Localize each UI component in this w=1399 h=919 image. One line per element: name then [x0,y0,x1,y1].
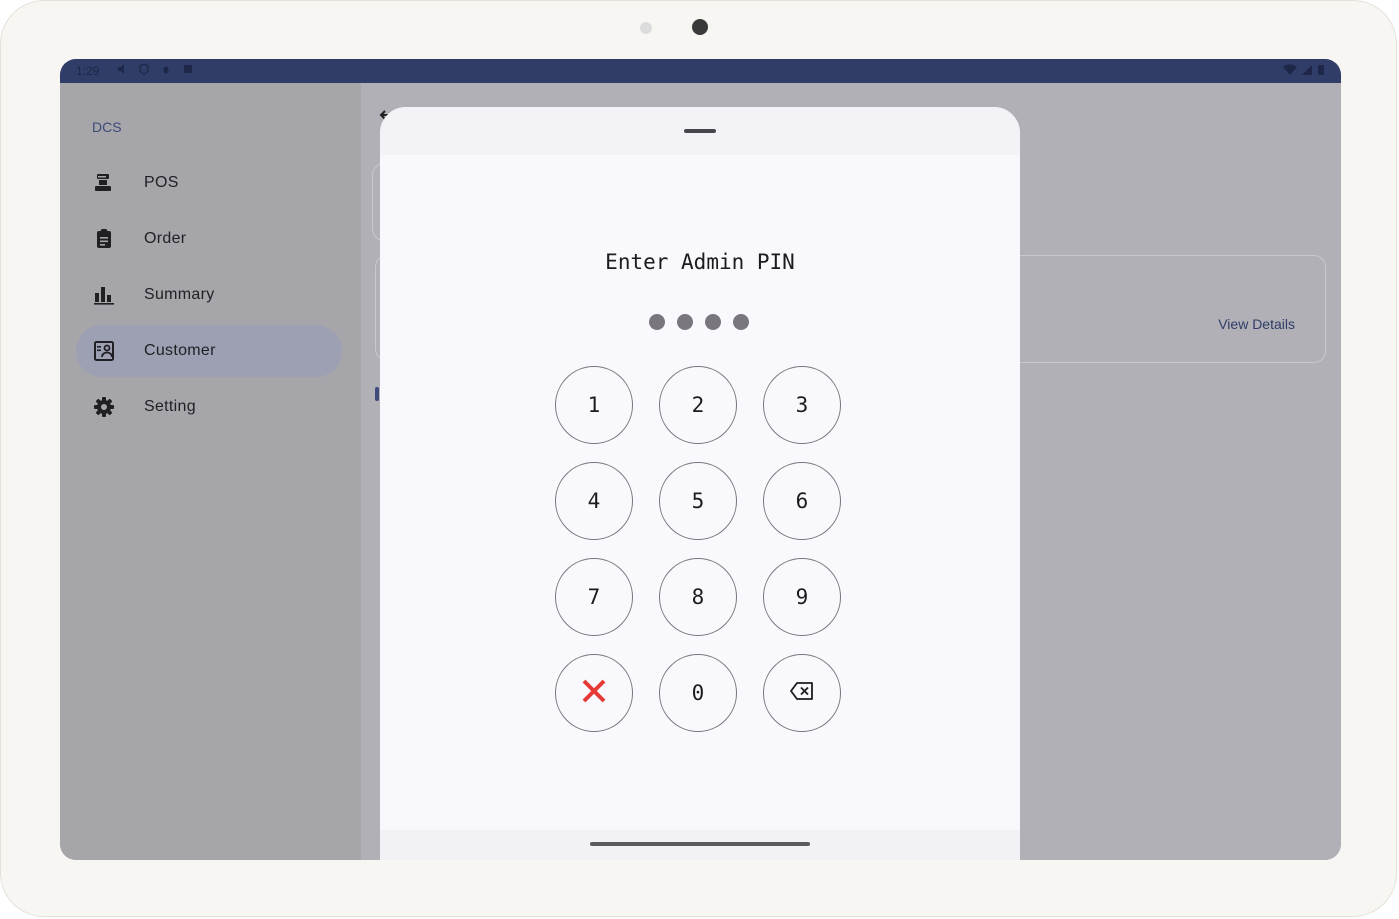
media-icon [182,63,194,75]
clipboard-icon [92,227,116,251]
sidebar-item-summary[interactable]: Summary [76,269,342,321]
pin-indicator [649,314,749,330]
cancel-button[interactable] [555,654,633,732]
backspace-icon [790,681,814,705]
key-7[interactable]: 7 [555,558,633,636]
bug-icon [160,63,172,75]
pin-keypad: 1 2 3 4 5 6 7 8 9 0 [555,366,845,736]
key-4[interactable]: 4 [555,462,633,540]
cash-register-icon [92,171,116,195]
sidebar-item-order[interactable]: Order [76,213,342,265]
nav-drawer: DCS POS Order Summary Customer Setting [60,83,361,860]
gesture-nav-area [380,830,1020,860]
status-right-icons [1283,64,1325,79]
cell-signal-icon [1301,64,1313,79]
key-2[interactable]: 2 [659,366,737,444]
sidebar-item-label: Customer [144,342,216,359]
sidebar-item-label: POS [144,174,179,191]
customer-card: View Details [1019,255,1326,363]
drag-handle[interactable] [684,129,716,133]
status-bar: 1:29 [60,59,1341,83]
key-0[interactable]: 0 [659,654,737,732]
screen: 1:29 DCS POS Order Summary Customer Sett… [60,59,1341,860]
app-brand: DCS [92,119,122,135]
pin-title: Enter Admin PIN [605,250,795,274]
close-x-icon [580,677,608,710]
bar-chart-icon [92,283,116,307]
gear-icon [92,395,116,419]
pin-dot [733,314,749,330]
light-sensor [640,22,652,34]
vpn-shield-icon [138,63,150,75]
pin-dot [649,314,665,330]
wifi-icon [1283,64,1297,79]
key-8[interactable]: 8 [659,558,737,636]
backspace-button[interactable] [763,654,841,732]
key-6[interactable]: 6 [763,462,841,540]
volume-icon [116,63,128,75]
sidebar-item-setting[interactable]: Setting [76,381,342,433]
contact-card-icon [92,339,116,363]
front-camera [692,19,708,35]
sheet-header [380,107,1020,155]
battery-icon [1317,64,1325,79]
pin-dot [705,314,721,330]
key-9[interactable]: 9 [763,558,841,636]
tablet-frame: 1:29 DCS POS Order Summary Customer Sett… [0,0,1397,917]
pin-dot [677,314,693,330]
key-1[interactable]: 1 [555,366,633,444]
sidebar-item-label: Setting [144,398,196,415]
status-left-icons [116,63,194,75]
home-gesture-bar[interactable] [590,842,810,846]
sidebar-item-label: Order [144,230,187,247]
sidebar-item-pos[interactable]: POS [76,157,342,209]
pin-bottom-sheet: Enter Admin PIN 1 2 3 4 5 6 7 8 9 0 [380,107,1020,860]
status-time: 1:29 [76,64,100,78]
key-5[interactable]: 5 [659,462,737,540]
view-details-link[interactable]: View Details [1218,316,1295,332]
background-accent [375,387,379,401]
key-3[interactable]: 3 [763,366,841,444]
sidebar-item-label: Summary [144,286,215,303]
sidebar-item-customer[interactable]: Customer [76,325,342,377]
